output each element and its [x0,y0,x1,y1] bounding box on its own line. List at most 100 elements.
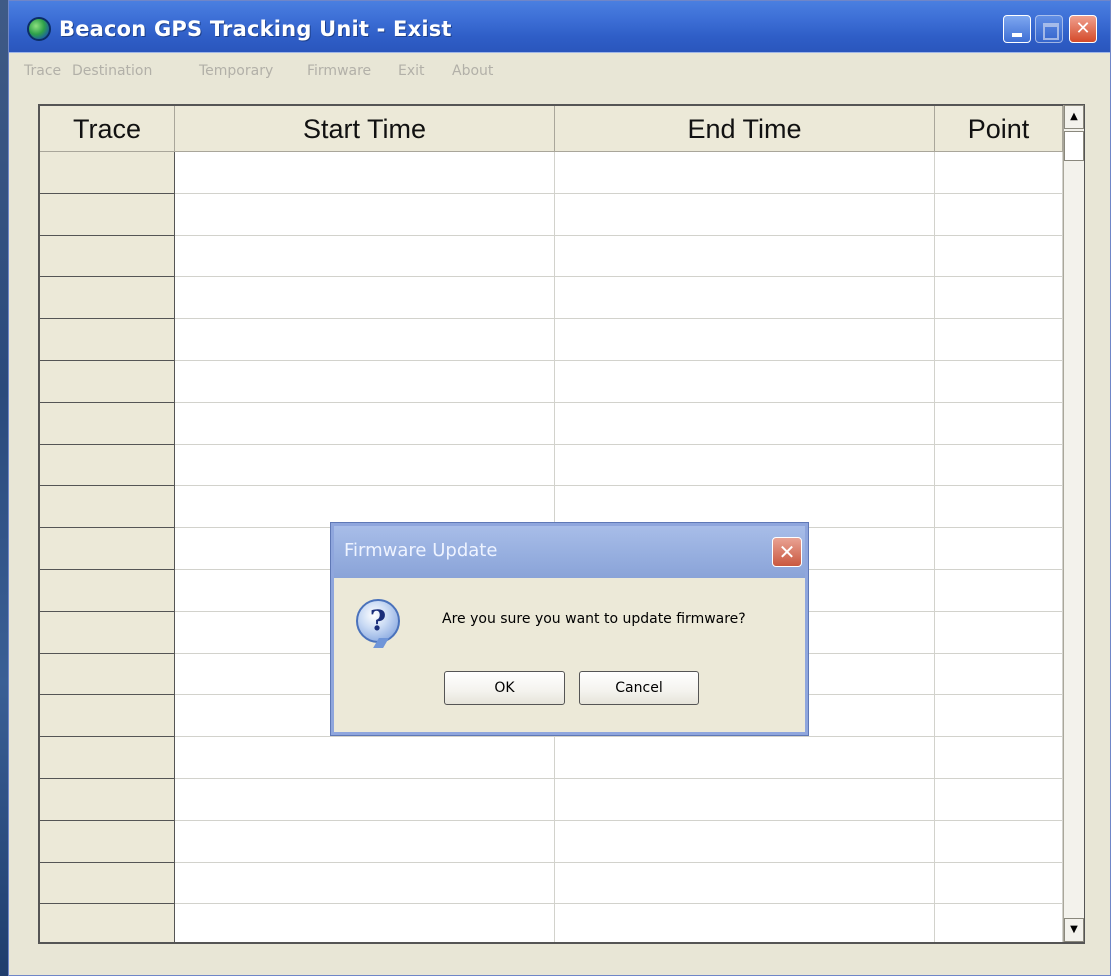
table-cell[interactable] [555,319,935,361]
menu-temporary[interactable]: Temporary [199,63,273,79]
maximize-icon [1036,16,1062,42]
table-cell[interactable] [935,695,1063,738]
menu-about[interactable]: About [452,63,493,79]
menu-exit[interactable]: Exit [398,63,425,79]
table-cell[interactable] [555,402,935,445]
table-cell[interactable] [935,779,1063,821]
table-cell[interactable] [935,235,1063,278]
row-header[interactable] [40,779,175,821]
table-cell[interactable] [935,820,1063,863]
close-icon: ✕ [1075,18,1091,39]
table-cell[interactable] [175,737,555,779]
table-cell[interactable] [175,862,555,905]
table-cell[interactable] [935,319,1063,361]
table-cell[interactable] [555,235,935,278]
row-header[interactable] [40,611,175,654]
table-cell[interactable] [935,653,1063,696]
row-header[interactable] [40,193,175,236]
dialog-close-button[interactable]: ✕ [772,537,802,567]
window-title: Beacon GPS Tracking Unit - Exist [59,17,452,41]
row-header[interactable] [40,235,175,278]
dialog-title: Firmware Update [344,540,498,561]
table-cell[interactable] [935,193,1063,236]
row-header[interactable] [40,152,175,194]
table-cell[interactable] [555,904,935,942]
row-header[interactable] [40,319,175,361]
table-cell[interactable] [555,193,935,236]
table-cell[interactable] [175,486,555,529]
row-header[interactable] [40,570,175,612]
table-cell[interactable] [175,193,555,236]
ok-button[interactable]: OK [444,671,565,705]
table-cell[interactable] [935,486,1063,529]
title-bar[interactable]: Beacon GPS Tracking Unit - Exist ✕ [9,1,1110,53]
table-cell[interactable] [555,486,935,529]
table-cell[interactable] [175,402,555,445]
maximize-button[interactable] [1035,15,1063,43]
globe-icon [27,17,51,41]
table-cell[interactable] [935,277,1063,320]
table-cell[interactable] [935,570,1063,612]
table-cell[interactable] [555,862,935,905]
menu-bar: Trace Destination Temporary Firmware Exi… [9,53,1110,93]
scroll-up-arrow-icon[interactable]: ▲ [1064,105,1084,129]
menu-destination[interactable]: Destination [72,63,152,79]
table-cell[interactable] [175,361,555,403]
menu-trace[interactable]: Trace [24,63,61,79]
table-cell[interactable] [555,152,935,194]
column-header-end-time[interactable]: End Time [555,106,935,152]
minimize-icon [1004,16,1030,42]
table-cell[interactable] [175,277,555,320]
table-cell[interactable] [175,820,555,863]
table-cell[interactable] [175,319,555,361]
dialog-title-bar[interactable]: Firmware Update ✕ [334,526,805,578]
table-cell[interactable] [555,820,935,863]
row-header[interactable] [40,820,175,863]
table-cell[interactable] [935,611,1063,654]
app-window: Beacon GPS Tracking Unit - Exist ✕ Trace… [8,0,1111,976]
row-header[interactable] [40,737,175,779]
question-icon: ? [356,599,400,643]
menu-firmware[interactable]: Firmware [307,63,371,79]
table-cell[interactable] [935,862,1063,905]
table-cell[interactable] [555,737,935,779]
vertical-scrollbar[interactable]: ▲ ▼ [1063,105,1084,942]
table-cell[interactable] [175,904,555,942]
table-cell[interactable] [935,528,1063,570]
column-header-point[interactable]: Point [935,106,1063,152]
row-header[interactable] [40,486,175,529]
table-cell[interactable] [555,361,935,403]
row-header[interactable] [40,277,175,320]
row-header[interactable] [40,402,175,445]
row-header[interactable] [40,695,175,738]
firmware-update-dialog: Firmware Update ✕ ? Are you sure you wan… [331,523,808,735]
table-cell[interactable] [175,444,555,487]
table-cell[interactable] [935,361,1063,403]
column-header-trace[interactable]: Trace [40,106,175,152]
table-cell[interactable] [175,235,555,278]
table-cell[interactable] [175,779,555,821]
table-cell[interactable] [935,402,1063,445]
close-button[interactable]: ✕ [1069,15,1097,43]
row-header[interactable] [40,862,175,905]
dialog-message: Are you sure you want to update firmware… [442,611,746,627]
table-cell[interactable] [555,444,935,487]
minimize-button[interactable] [1003,15,1031,43]
close-icon: ✕ [778,540,796,564]
table-cell[interactable] [935,444,1063,487]
row-header[interactable] [40,361,175,403]
column-header-start-time[interactable]: Start Time [175,106,555,152]
scroll-thumb[interactable] [1064,131,1084,161]
table-cell[interactable] [935,904,1063,942]
table-cell[interactable] [935,152,1063,194]
row-header[interactable] [40,444,175,487]
cancel-button[interactable]: Cancel [579,671,699,705]
table-cell[interactable] [175,152,555,194]
table-cell[interactable] [555,779,935,821]
table-cell[interactable] [935,737,1063,779]
scroll-down-arrow-icon[interactable]: ▼ [1064,918,1084,942]
table-cell[interactable] [555,277,935,320]
row-header[interactable] [40,653,175,696]
row-header[interactable] [40,904,175,942]
row-header[interactable] [40,528,175,570]
